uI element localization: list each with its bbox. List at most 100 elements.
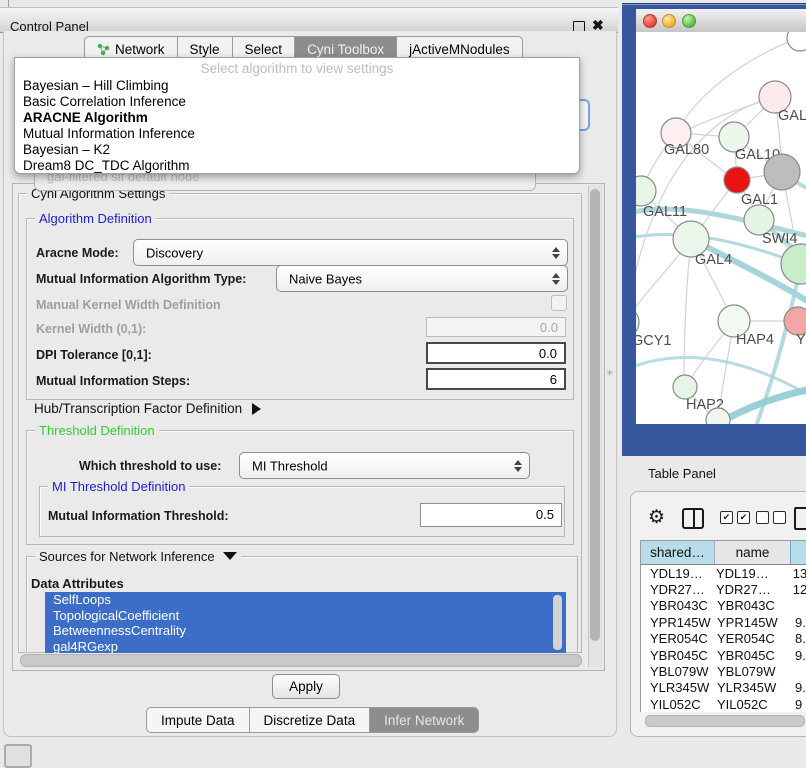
kernel-width-label: Kernel Width (0,1): (36, 322, 146, 336)
manual-kernel-width-checkbox (551, 295, 567, 311)
data-attributes-list[interactable]: SelfLoops TopologicalCoefficient Between… (45, 592, 566, 653)
list-item[interactable]: SelfLoops (45, 592, 566, 608)
column-header-name[interactable]: name (714, 541, 790, 564)
tab-impute-data[interactable]: Impute Data (147, 708, 250, 732)
mi-algorithm-type-combo[interactable]: Naive Bayes (276, 265, 568, 292)
settings-hscrollbar[interactable] (20, 654, 582, 667)
table-row[interactable]: YLR345WYLR345W9. (641, 680, 806, 696)
data-attributes-label: Data Attributes (31, 576, 124, 591)
network-node[interactable] (673, 375, 697, 399)
aracne-mode-label: Aracne Mode: (36, 246, 119, 260)
network-node[interactable] (724, 167, 750, 193)
list-item[interactable]: BetweennessCentrality (45, 623, 566, 639)
mi-algorithm-type-value: Naive Bayes (289, 271, 362, 286)
dropdown-prompt: Select algorithm to view settings (15, 61, 579, 76)
dropdown-item-selected[interactable]: ARACNE Algorithm (23, 110, 148, 125)
dropdown-item[interactable]: Mutual Information Inference (23, 126, 195, 141)
combo-stepper-icon (514, 460, 522, 472)
table-body[interactable]: YDL19…YDL19…13 YDR27…YDR27…12 YBR043CYBR… (640, 565, 806, 712)
mi-threshold-field[interactable]: 0.5 (420, 503, 562, 527)
dpi-tolerance-field[interactable]: 0.0 (426, 342, 566, 364)
network-canvas-svg: GALGAL80GAL10GAL1GAL11SWI4GAL4HAP4YGCY1H… (636, 32, 806, 424)
export-table-icon[interactable] (794, 507, 806, 530)
gear-icon[interactable]: ⚙ (648, 506, 665, 529)
table-row[interactable]: YBR045CYBR045C9. (641, 647, 806, 663)
collapse-down-icon (223, 552, 237, 560)
select-all-columns-icon[interactable]: ✔✔ (720, 511, 750, 524)
expand-right-icon (252, 403, 261, 415)
network-node[interactable] (784, 307, 806, 335)
network-canvas[interactable]: GALGAL80GAL10GAL1GAL11SWI4GAL4HAP4YGCY1H… (636, 32, 806, 424)
hub-definition-expander[interactable]: Hub/Transcription Factor Definition (34, 401, 261, 416)
table-row[interactable]: YBL079WYBL079W (641, 663, 806, 679)
threshold-definition-legend: Threshold Definition (35, 423, 159, 438)
mi-threshold-label: Mutual Information Threshold: (48, 509, 229, 523)
table-header-row: shared… name (640, 540, 806, 565)
combo-stepper-icon (552, 247, 560, 259)
column-header-clipped[interactable] (790, 541, 806, 564)
tab-infer-network[interactable]: Infer Network (370, 708, 478, 732)
table-panel-title: Table Panel (648, 466, 716, 481)
network-node-label: GAL (778, 108, 806, 124)
which-threshold-combo[interactable]: MI Threshold (239, 452, 530, 479)
column-header-shared-name[interactable]: shared… (641, 541, 714, 564)
dropdown-item[interactable]: Dream8 DC_TDC Algorithm (23, 158, 190, 173)
manual-kernel-width-label: Manual Kernel Width Definition (36, 298, 221, 312)
sources-legend[interactable]: Sources for Network Inference (35, 549, 241, 564)
deselect-all-columns-icon[interactable] (756, 511, 786, 524)
network-node-label: GAL4 (695, 252, 732, 268)
mi-threshold-definition-legend: MI Threshold Definition (48, 479, 189, 494)
network-node[interactable] (781, 244, 806, 284)
splitter-handle[interactable]: ✳ (606, 368, 614, 379)
network-node[interactable] (787, 32, 806, 51)
mi-steps-label: Mutual Information Steps: (36, 374, 190, 388)
apply-button[interactable]: Apply (272, 674, 340, 699)
minimize-traffic-light-icon[interactable] (662, 14, 676, 28)
aracne-mode-value: Discovery (146, 245, 203, 260)
table-row[interactable]: YIL052CYIL052C9 (641, 696, 806, 712)
list-item[interactable]: gal4RGexp (45, 639, 566, 653)
network-node-label: HAP4 (736, 332, 774, 348)
settings-vscrollbar-thumb[interactable] (590, 189, 600, 641)
combo-stepper-icon (552, 273, 560, 285)
network-node-label: Y (796, 332, 806, 348)
table-row[interactable]: YBR043CYBR043C (641, 598, 806, 614)
algorithm-definition-legend: Algorithm Definition (35, 211, 156, 226)
network-node[interactable] (636, 176, 656, 206)
dropdown-item[interactable]: Bayesian – Hill Climbing (23, 78, 169, 93)
algorithm-dropdown-popup: Select algorithm to view settings Bayesi… (14, 57, 580, 174)
panel-divider-tick (8, 0, 9, 7)
dropdown-item[interactable]: Basic Correlation Inference (23, 94, 186, 109)
list-vscrollbar-thumb[interactable] (553, 595, 562, 650)
tab-network-label: Network (115, 42, 165, 57)
table-row[interactable]: YDL19…YDL19…13 (641, 565, 806, 581)
dpi-tolerance-label: DPI Tolerance [0,1]: (36, 348, 152, 362)
columns-icon[interactable] (682, 508, 704, 529)
network-icon (97, 43, 110, 56)
list-item[interactable]: TopologicalCoefficient (45, 608, 566, 624)
mi-steps-field[interactable]: 6 (426, 368, 566, 390)
dropdown-item[interactable]: Bayesian – K2 (23, 142, 110, 157)
control-panel-titlebar: Control Panel ✖ (0, 7, 618, 33)
network-node-label: SWI4 (762, 231, 797, 247)
which-threshold-value: MI Threshold (252, 458, 328, 473)
tab-discretize-data[interactable]: Discretize Data (250, 708, 371, 732)
hub-definition-label: Hub/Transcription Factor Definition (34, 401, 242, 416)
network-node-label: GCY1 (636, 333, 672, 349)
network-node[interactable] (764, 154, 800, 190)
collapsed-panel-button[interactable] (4, 744, 32, 768)
mi-algorithm-type-label: Mutual Information Algorithm Type: (36, 272, 246, 286)
table-row[interactable]: YPR145WYPR145W9. (641, 614, 806, 630)
table-row[interactable]: YER054CYER054C8. (641, 631, 806, 647)
network-node-label: GAL80 (664, 142, 709, 158)
bottom-tabbar: Impute Data Discretize Data Infer Networ… (146, 707, 479, 733)
which-threshold-label: Which threshold to use: (79, 459, 221, 473)
close-traffic-light-icon[interactable] (643, 14, 657, 28)
table-row[interactable]: YDR27…YDR27…12 (641, 581, 806, 597)
aracne-mode-combo[interactable]: Discovery (133, 239, 568, 266)
kernel-width-field: 0.0 (426, 317, 566, 337)
network-window-titlebar[interactable] (636, 9, 806, 33)
network-node-label: GAL11 (643, 204, 687, 220)
table-hscrollbar[interactable] (645, 715, 805, 727)
zoom-traffic-light-icon[interactable] (682, 14, 696, 28)
